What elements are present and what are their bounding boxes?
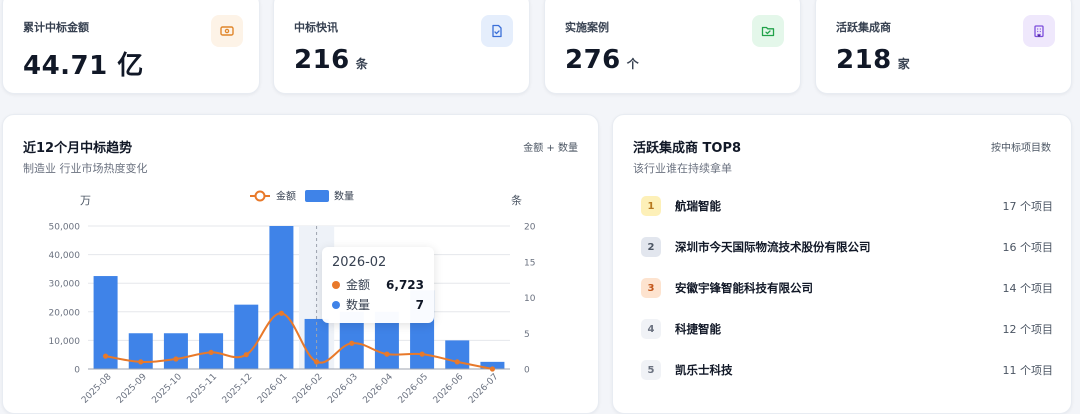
- document-check-icon: [481, 15, 513, 47]
- stat-card-integrators: 活跃集成商 218 家: [815, 0, 1072, 94]
- rank-row[interactable]: 5 凯乐士科技 11 个项目: [641, 355, 1053, 385]
- tooltip-title: 2026-02: [332, 255, 387, 270]
- stat-label: 活跃集成商: [836, 21, 891, 34]
- stat-card-cases: 实施案例 276 个: [544, 0, 801, 94]
- top-title: 活跃集成商 TOP8: [633, 141, 742, 156]
- tooltip-row-count: 数量 7: [332, 296, 424, 313]
- rank-row[interactable]: 2 深圳市今天国际物流技术股份有限公司 16 个项目: [641, 232, 1053, 262]
- stat-label: 实施案例: [565, 21, 609, 34]
- rank-badge: 2: [641, 237, 661, 257]
- rank-count: 17 个项目: [1002, 200, 1054, 213]
- rank-row[interactable]: 1 航瑞智能 17 个项目: [641, 191, 1053, 221]
- rank-badge: 4: [641, 319, 661, 339]
- rank-count: 12 个项目: [1002, 323, 1054, 336]
- rank-count: 14 个项目: [1002, 282, 1054, 295]
- top-tag[interactable]: 按中标项目数: [991, 139, 1051, 154]
- top-integrators-panel: 活跃集成商 TOP8 该行业谁在持续拿单 按中标项目数 1 航瑞智能 17 个项…: [612, 114, 1072, 414]
- rank-name: 安徽宇锋智能科技有限公司: [675, 281, 813, 295]
- rank-count: 16 个项目: [1002, 241, 1054, 254]
- rank-badge: 5: [641, 360, 661, 380]
- chart-tooltip: 2026-02 金额 6,723 数量 7: [322, 247, 434, 323]
- rank-name: 凯乐士科技: [675, 363, 733, 377]
- rank-name: 航瑞智能: [675, 199, 721, 213]
- top-subtitle: 该行业谁在持续拿单: [633, 162, 732, 175]
- rank-count: 11 个项目: [1002, 364, 1054, 377]
- stat-value: 276 个: [565, 45, 639, 75]
- tooltip-row-amount: 金额 6,723: [332, 276, 424, 293]
- stat-card-total-amount: 累计中标金额 44.71 亿: [2, 0, 260, 94]
- rank-badge: 1: [641, 196, 661, 216]
- trend-subtitle: 制造业 行业市场热度变化: [23, 162, 148, 175]
- rank-badge: 3: [641, 278, 661, 298]
- stat-label: 中标快讯: [294, 21, 338, 34]
- trend-tag[interactable]: 金额 + 数量: [523, 139, 578, 154]
- rank-name: 科捷智能: [675, 322, 721, 336]
- amount-dot-icon: [332, 280, 340, 289]
- building-icon: [1023, 15, 1055, 47]
- trend-panel: 近12个月中标趋势 制造业 行业市场热度变化 金额 + 数量: [2, 114, 599, 414]
- rank-name: 深圳市今天国际物流技术股份有限公司: [675, 240, 871, 254]
- stat-value: 216 条: [294, 45, 368, 75]
- count-dot-icon: [332, 300, 340, 309]
- stat-value: 218 家: [836, 45, 910, 75]
- trend-title: 近12个月中标趋势: [23, 141, 133, 156]
- money-icon: [211, 15, 243, 47]
- rank-row[interactable]: 4 科捷智能 12 个项目: [641, 314, 1053, 344]
- stat-label: 累计中标金额: [23, 21, 89, 34]
- stat-value: 44.71 亿: [23, 51, 144, 81]
- stat-card-bid-news: 中标快讯 216 条: [273, 0, 530, 94]
- rank-row[interactable]: 3 安徽宇锋智能科技有限公司 14 个项目: [641, 273, 1053, 303]
- folder-check-icon: [752, 15, 784, 47]
